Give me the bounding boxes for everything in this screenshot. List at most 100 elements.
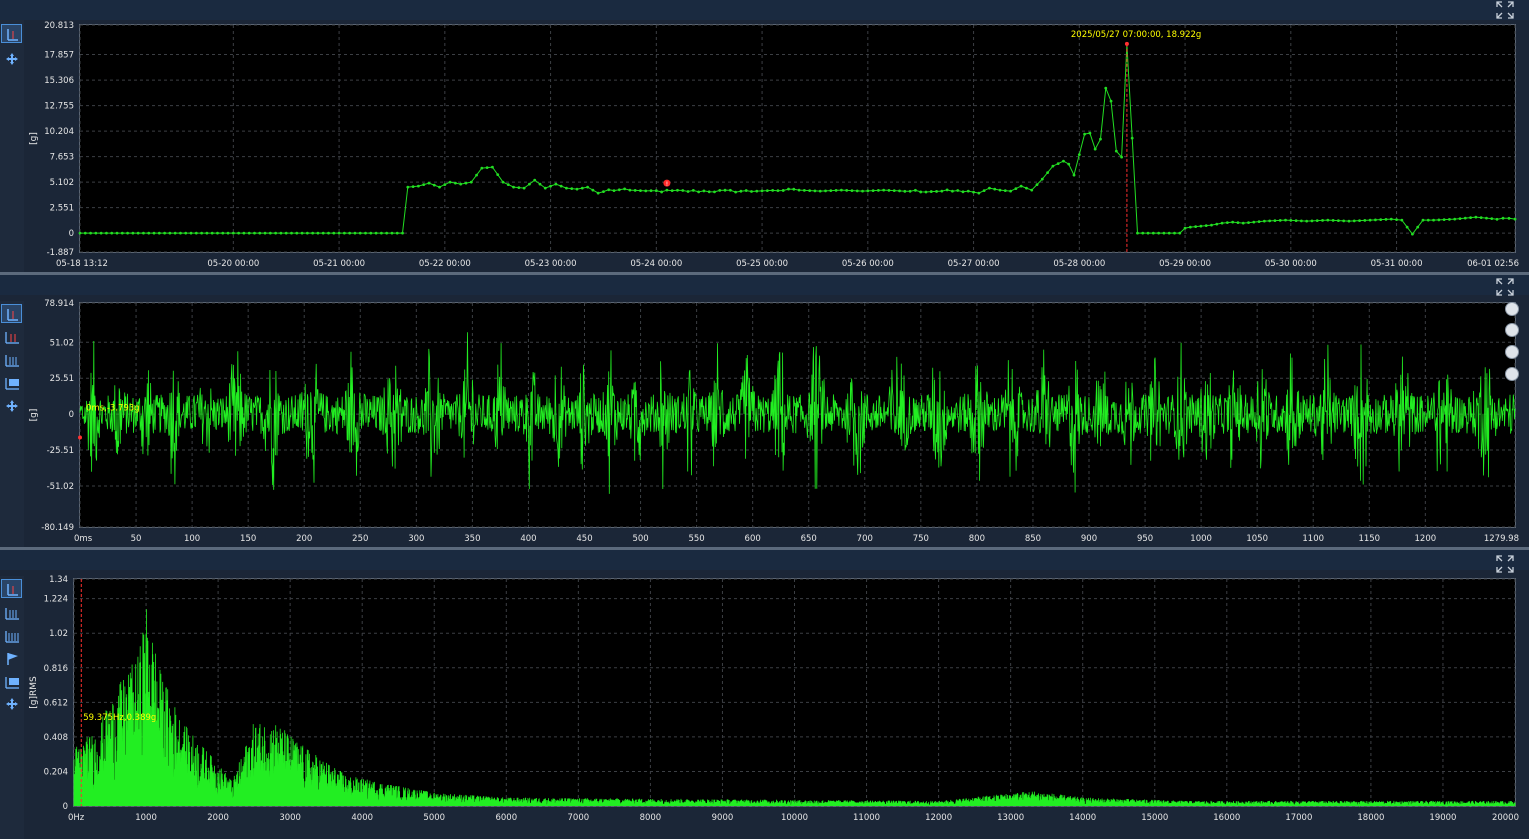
x-tick-label: 6000 <box>495 813 517 823</box>
data-point <box>1358 219 1361 223</box>
data-point <box>1083 132 1087 136</box>
data-point <box>89 231 92 235</box>
x-tick-label: 17000 <box>1285 813 1312 823</box>
data-point <box>797 188 801 192</box>
y-tick-label: 78.914 <box>44 299 74 309</box>
reset-view-button[interactable] <box>1505 323 1519 337</box>
spectrum-panel: 1.34 1.224 1.02 0.816 0.612 0.408 0.204 0 0Hz 100… <box>0 550 1529 839</box>
cursor-tool-button[interactable] <box>1 24 22 43</box>
data-point <box>1379 218 1383 222</box>
data-point <box>142 231 145 235</box>
pan-tool-button[interactable] <box>1 694 22 713</box>
expand-icon[interactable] <box>1496 1 1514 19</box>
x-tick-label: 1050 <box>1246 534 1268 544</box>
data-point <box>1194 225 1198 229</box>
data-point <box>1009 189 1012 193</box>
data-point <box>1225 221 1229 225</box>
data-point <box>617 188 621 192</box>
x-tick-label: 05-22 00:00 <box>419 259 471 269</box>
data-point <box>1421 218 1425 222</box>
peak-icon <box>4 676 19 689</box>
data-point <box>818 189 822 193</box>
data-point <box>1183 226 1187 230</box>
waveform-series-line <box>79 332 1516 494</box>
data-point <box>332 231 336 235</box>
harmonic-cursor-button[interactable] <box>1 626 22 645</box>
y-tick-label: 0.408 <box>44 733 68 743</box>
data-point <box>78 231 82 235</box>
x-tick-label: 650 <box>801 534 817 544</box>
data-point <box>850 189 854 193</box>
data-point <box>1284 218 1287 222</box>
data-point <box>982 189 986 193</box>
y-axis-label: [g]RMS <box>29 676 39 709</box>
x-tick-label: 05-28 00:00 <box>1053 259 1105 269</box>
data-point <box>1120 155 1124 159</box>
dual-cursor-button[interactable] <box>1 327 22 346</box>
data-point <box>369 231 373 235</box>
peak-tool-button[interactable] <box>1 672 22 691</box>
harmonic-cursor-button[interactable] <box>1 350 22 369</box>
data-point <box>765 189 769 193</box>
data-point <box>628 188 632 192</box>
data-point <box>1262 219 1266 223</box>
data-point <box>1384 217 1388 221</box>
y-tick-label: 0.204 <box>44 767 68 777</box>
cursor-tool-button[interactable] <box>1 579 22 598</box>
undo-zoom-button[interactable] <box>1505 367 1519 381</box>
y-tick-label: 0.612 <box>44 698 68 708</box>
data-point <box>591 188 595 192</box>
y-tick-label: 0.816 <box>44 664 68 674</box>
data-point <box>1236 221 1240 225</box>
y-axis-label: [g] <box>29 409 39 422</box>
data-point <box>342 231 346 235</box>
data-point <box>311 231 315 235</box>
zoom-x-button[interactable] <box>1505 345 1519 359</box>
data-point <box>914 188 917 192</box>
x-tick-label: 06-01 02:56 <box>1467 259 1519 269</box>
data-point <box>1109 99 1113 103</box>
data-point <box>1374 218 1377 222</box>
y-tick-label: -1.887 <box>47 248 74 258</box>
data-point <box>1352 219 1356 223</box>
x-tick-label: 05-30 00:00 <box>1265 259 1317 269</box>
y-tick-label: 1.224 <box>44 595 68 605</box>
data-point <box>586 185 589 189</box>
move-icon <box>5 697 18 710</box>
data-point <box>543 186 547 190</box>
data-point <box>290 231 293 235</box>
data-point <box>1437 218 1441 222</box>
x-tick-label: 05-29 00:00 <box>1159 259 1211 269</box>
data-point <box>432 183 436 187</box>
flag-icon <box>6 652 18 665</box>
cursor-tool-button[interactable] <box>1 304 22 323</box>
data-point <box>1463 216 1467 220</box>
data-point <box>829 189 833 193</box>
dual-cursor-button[interactable] <box>1 603 22 622</box>
data-point <box>1014 187 1018 191</box>
data-point <box>253 231 256 235</box>
data-point <box>136 231 140 235</box>
data-point <box>866 189 870 193</box>
data-point <box>972 190 975 194</box>
expand-icon[interactable] <box>1496 278 1514 296</box>
data-point <box>898 189 901 193</box>
data-point <box>337 231 341 235</box>
data-point <box>1062 159 1065 163</box>
trend-chart: 20.813 17.857 15.306 12.755 10.204 7.653 5.102… <box>29 21 1519 269</box>
data-point <box>1025 186 1028 190</box>
y-tick-label: 2.551 <box>50 204 74 214</box>
data-point <box>163 231 166 235</box>
trend-panel: 20.813 17.857 15.306 12.755 10.204 7.653 5.102… <box>0 0 1529 272</box>
pan-tool-button[interactable] <box>1 49 22 68</box>
data-point <box>221 231 225 235</box>
x-tick-label: 100 <box>184 534 200 544</box>
peak-tool-button[interactable] <box>1 373 22 392</box>
harmonic-cursor-icon <box>4 354 19 367</box>
data-point <box>358 231 362 235</box>
x-tick-label: 1279.98 <box>1484 534 1519 544</box>
x-tick-label: 05-26 00:00 <box>842 259 894 269</box>
pan-tool-button[interactable] <box>1 396 22 415</box>
flag-tool-button[interactable] <box>1 649 22 668</box>
zoom-fit-button[interactable] <box>1505 302 1519 316</box>
